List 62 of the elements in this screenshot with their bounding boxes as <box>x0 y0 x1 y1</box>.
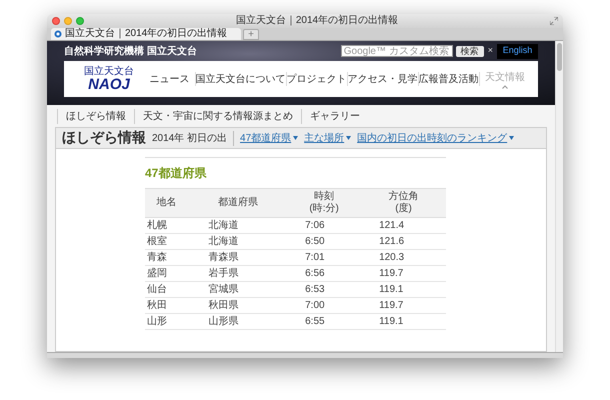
subnav-link[interactable]: ほしぞら情報 <box>57 108 134 124</box>
table-cell: 6:50 <box>305 236 325 247</box>
column-header: 都道府県 <box>188 188 288 218</box>
table-cell: 119.7 <box>379 300 404 311</box>
page-link[interactable]: 国内の初日の出時刻のランキング <box>357 130 508 146</box>
table-cell: 山形 <box>147 316 167 327</box>
naoj-logo[interactable]: 国立天文台 NAOJ <box>84 66 134 92</box>
scrollbar[interactable] <box>555 41 563 352</box>
table-cell: 北海道 <box>208 236 238 247</box>
panel-subtitle: 2014年 初日の出 <box>152 130 234 146</box>
table-cell: 仙台 <box>147 284 167 295</box>
panel-title: ほしぞら情報 <box>62 130 146 146</box>
page-link[interactable]: 47都道府県 <box>240 130 292 146</box>
window-title: 国立天文台｜2014年の初日の出情報 <box>234 15 400 27</box>
organization-name: 自然科学研究機構 国立天文台 <box>64 44 197 58</box>
table-cell: 秋田県 <box>208 300 238 311</box>
table-cell: 6:56 <box>305 268 325 279</box>
minimize-window-icon[interactable] <box>64 17 72 25</box>
search-field[interactable]: Google™ カスタム検索 <box>340 45 453 57</box>
page-link[interactable]: 主な場所 <box>304 130 344 146</box>
column-header: 時刻 (時:分) <box>287 188 362 218</box>
close-window-icon[interactable] <box>52 17 60 25</box>
table-cell: 秋田 <box>147 300 167 311</box>
table-cell: 岩手県 <box>208 268 238 279</box>
table-cell: 宮城県 <box>208 284 238 295</box>
table-cell: 7:06 <box>305 220 325 231</box>
table-cell: 6:55 <box>305 316 325 327</box>
table-cell: 7:00 <box>305 300 325 311</box>
column-header: 地名 <box>145 188 188 218</box>
zoom-window-icon[interactable] <box>76 17 84 25</box>
table-cell: 盛岡 <box>147 268 167 279</box>
english-button[interactable]: English <box>497 44 538 58</box>
table-cell: 119.1 <box>379 316 404 327</box>
column-header: 方位角 (度) <box>361 188 446 218</box>
table-cell: 119.1 <box>379 284 404 295</box>
table-cell: 札幌 <box>147 220 167 231</box>
subnav-link[interactable]: 天文・宇宙に関する情報源まとめ <box>134 108 301 124</box>
subnav-link[interactable]: ギャラリー <box>301 108 368 124</box>
table-cell: 119.7 <box>379 268 404 279</box>
table-cell: 121.4 <box>379 220 404 231</box>
section-heading: 47都道府県 <box>145 165 208 182</box>
search-button[interactable]: 検索 <box>456 46 484 56</box>
table-cell: 7:01 <box>305 252 325 263</box>
dropdown-caret-icon <box>509 136 514 140</box>
table-cell: 青森県 <box>208 252 238 263</box>
table-cell: 6:53 <box>305 284 325 295</box>
nav-link[interactable]: プロジェクト <box>286 72 346 86</box>
nav-link[interactable]: 広報普及活動 <box>418 72 478 86</box>
fullscreen-icon[interactable] <box>550 17 558 25</box>
nav-link[interactable]: ニュース <box>144 72 194 86</box>
caret-icon <box>502 84 508 88</box>
table-cell: 山形県 <box>208 316 238 327</box>
dropdown-caret-icon <box>346 136 352 140</box>
nav-link[interactable]: 国立天文台について <box>196 72 286 86</box>
table-cell: 121.6 <box>379 236 404 247</box>
table-cell: 青森 <box>147 252 167 263</box>
nav-link[interactable]: アクセス・見学 <box>348 72 418 86</box>
table-cell: 120.3 <box>379 252 404 263</box>
table-cell: 根室 <box>147 236 167 247</box>
clear-button[interactable]: × <box>488 44 493 58</box>
dropdown-caret-icon <box>293 136 298 140</box>
table-cell: 北海道 <box>208 220 238 231</box>
